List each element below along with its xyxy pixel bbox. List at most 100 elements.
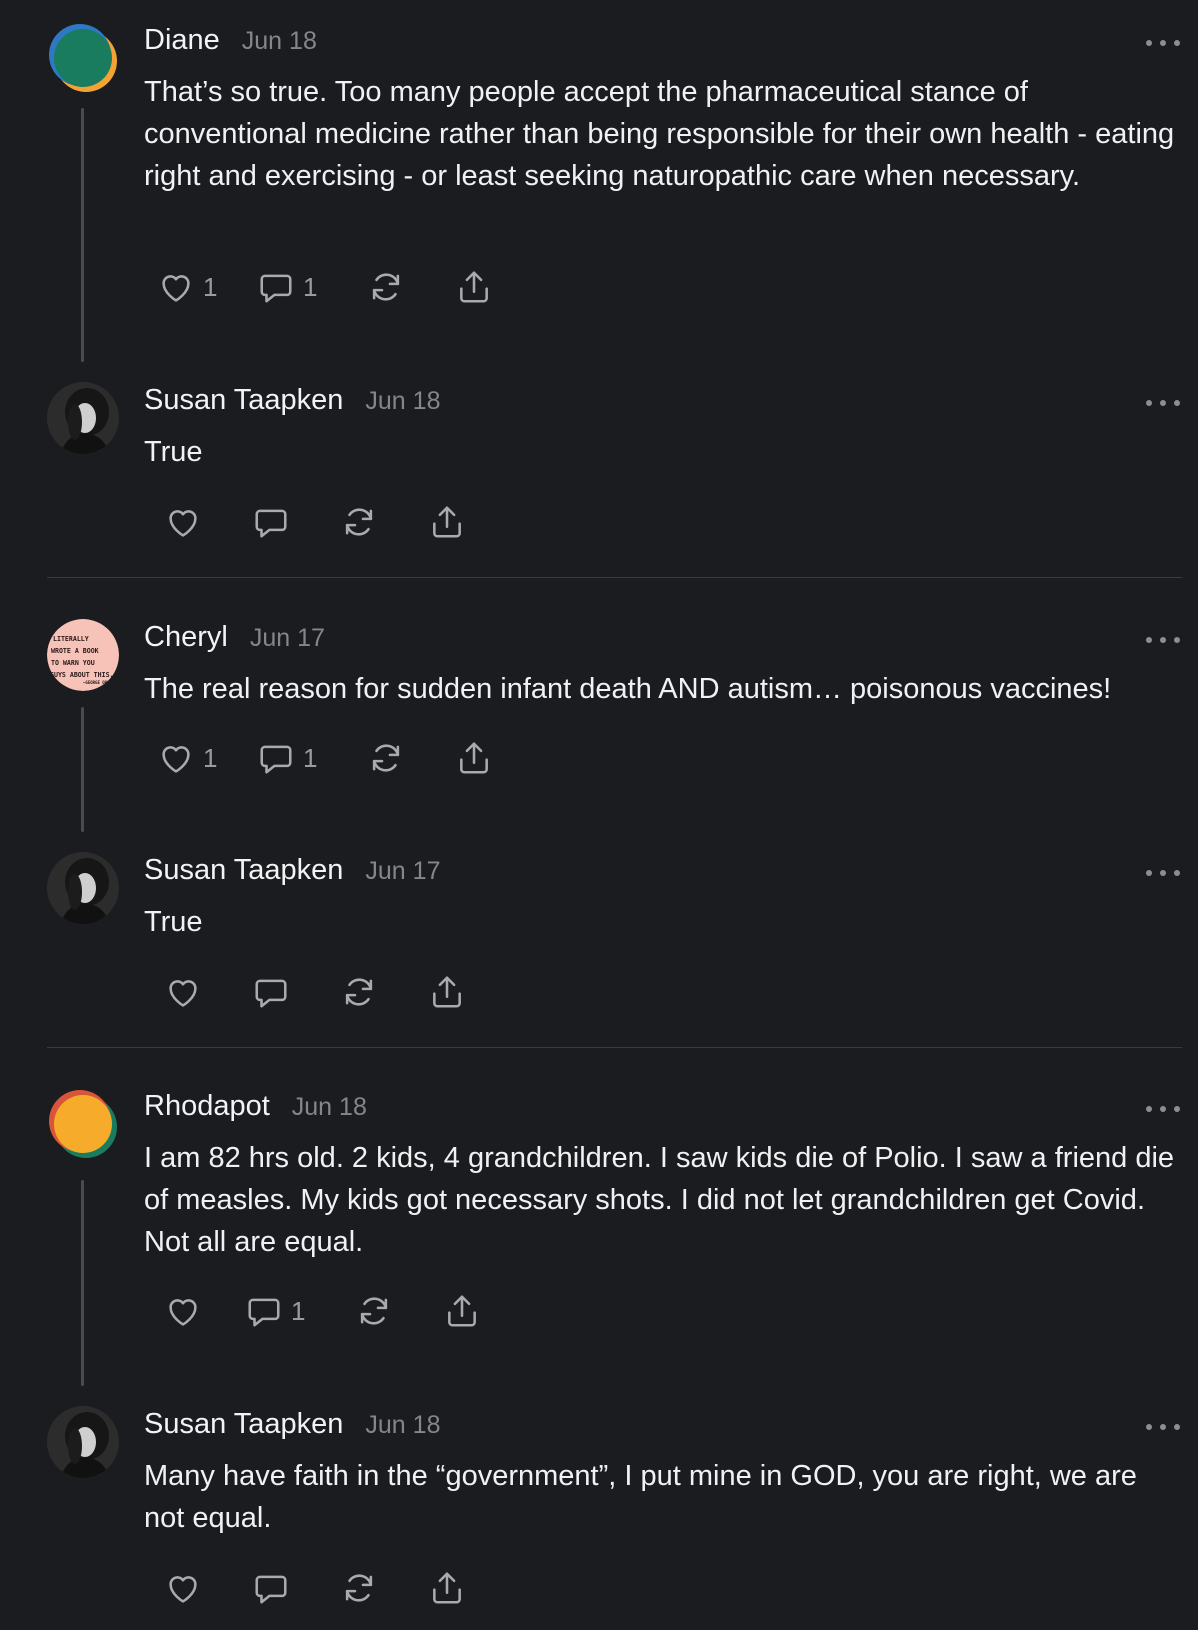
heart-icon [169, 980, 197, 1007]
share-icon [460, 742, 488, 774]
restack-icon [360, 1297, 388, 1325]
avatar[interactable] [47, 22, 119, 94]
comment-text: The real reason for sudden infant death … [144, 673, 1112, 705]
share-icon [448, 1295, 476, 1327]
avatar[interactable] [47, 852, 119, 924]
like-count: 1 [203, 742, 218, 773]
thread-divider [47, 577, 1182, 578]
restack-button[interactable] [340, 500, 378, 544]
comment-bubble-icon [260, 745, 292, 774]
comment-header: Cheryl Jun 17 [144, 621, 325, 654]
heart-icon [162, 746, 190, 773]
author-name[interactable]: Susan Taapken [144, 854, 343, 887]
more-options-icon[interactable] [1146, 634, 1180, 646]
restack-button[interactable] [340, 970, 378, 1014]
comment-date[interactable]: Jun 18 [292, 1093, 367, 1122]
comment-header: Diane Jun 18 [144, 24, 317, 57]
comment-text: True [144, 906, 203, 938]
avatar-text: TO WARN YOU [51, 659, 95, 667]
like-button[interactable] [164, 500, 202, 544]
restack-button[interactable] [367, 265, 405, 309]
reply-count: 1 [291, 1295, 306, 1326]
comment-bubble-icon [255, 1575, 287, 1604]
like-button[interactable] [164, 1566, 202, 1610]
comment-actions: 1 1 [0, 265, 700, 309]
more-options-icon[interactable] [1146, 1103, 1180, 1115]
comment-date[interactable]: Jun 18 [365, 387, 440, 416]
restack-button[interactable] [355, 1289, 393, 1333]
restack-icon [372, 273, 400, 301]
more-options-icon[interactable] [1146, 1421, 1180, 1433]
avatar[interactable]: LITERALLY WROTE A BOOK TO WARN YOU GUYS … [47, 619, 119, 691]
avatar[interactable] [47, 1088, 119, 1160]
restack-button[interactable] [367, 736, 405, 780]
comment-bubble-icon [260, 274, 292, 303]
share-button[interactable] [428, 970, 466, 1014]
restack-icon [345, 508, 373, 536]
comment-text: That’s so true. Too many people accept t… [144, 76, 1175, 192]
reply-count: 1 [303, 742, 318, 773]
share-icon [460, 271, 488, 303]
more-options-icon[interactable] [1146, 37, 1180, 49]
reply-button[interactable]: 1 [245, 1289, 305, 1333]
author-name[interactable]: Susan Taapken [144, 384, 343, 417]
heart-icon [169, 1576, 197, 1603]
author-name[interactable]: Cheryl [144, 621, 228, 654]
comment-bubble-icon [248, 1298, 280, 1327]
share-icon [433, 506, 461, 538]
share-button[interactable] [455, 265, 493, 309]
comment-date[interactable]: Jun 18 [242, 27, 317, 56]
comment-header: Susan Taapken Jun 17 [144, 854, 440, 887]
comment-bubble-icon [255, 509, 287, 538]
heart-icon [169, 510, 197, 537]
reply-button[interactable] [252, 500, 290, 544]
comment-date[interactable]: Jun 17 [365, 857, 440, 886]
thread-divider [47, 1047, 1182, 1048]
share-button[interactable] [428, 1566, 466, 1610]
share-button[interactable] [443, 1289, 481, 1333]
comment-text: Many have faith in the “government”, I p… [144, 1460, 1137, 1534]
reply-button[interactable]: 1 [257, 265, 317, 309]
more-options-icon[interactable] [1146, 867, 1180, 879]
avatar[interactable] [47, 382, 119, 454]
comment-actions: 1 1 [0, 736, 700, 780]
author-name[interactable]: Rhodapot [144, 1090, 270, 1123]
reply-button[interactable]: 1 [257, 736, 317, 780]
comment-actions [0, 970, 700, 1014]
comment-bubble-icon [255, 979, 287, 1008]
like-button[interactable] [164, 970, 202, 1014]
comment-date[interactable]: Jun 17 [250, 624, 325, 653]
like-button[interactable]: 1 [157, 265, 217, 309]
comment-header: Susan Taapken Jun 18 [144, 384, 440, 417]
like-button[interactable]: 1 [157, 736, 217, 780]
comment-header: Susan Taapken Jun 18 [144, 1408, 440, 1441]
restack-button[interactable] [340, 1566, 378, 1610]
like-button[interactable] [164, 1289, 202, 1333]
avatar-text: GUYS ABOUT THIS. [50, 671, 114, 679]
comment-actions [0, 1566, 700, 1610]
more-options-icon[interactable] [1146, 397, 1180, 409]
thread-line [81, 108, 84, 362]
avatar-text: —GEORGE ORW [83, 680, 110, 685]
author-name[interactable]: Diane [144, 24, 220, 57]
like-count: 1 [203, 271, 218, 302]
avatar-text: LITERALLY [53, 635, 89, 643]
avatar-text: WROTE A BOOK [51, 647, 99, 655]
thread-line [81, 1180, 84, 1386]
comment-date[interactable]: Jun 18 [365, 1411, 440, 1440]
comment-text: I am 82 hrs old. 2 kids, 4 grandchildren… [144, 1142, 1175, 1258]
avatar[interactable] [47, 1406, 119, 1478]
comment-actions: 1 [0, 1289, 700, 1333]
reply-button[interactable] [252, 1566, 290, 1610]
comment-text: True [144, 436, 203, 468]
author-name[interactable]: Susan Taapken [144, 1408, 343, 1441]
share-button[interactable] [455, 736, 493, 780]
comment-actions [0, 500, 700, 544]
share-icon [433, 1572, 461, 1604]
restack-icon [345, 978, 373, 1006]
share-button[interactable] [428, 500, 466, 544]
heart-icon [169, 1299, 197, 1326]
restack-icon [345, 1574, 373, 1602]
heart-icon [162, 275, 190, 302]
reply-button[interactable] [252, 970, 290, 1014]
